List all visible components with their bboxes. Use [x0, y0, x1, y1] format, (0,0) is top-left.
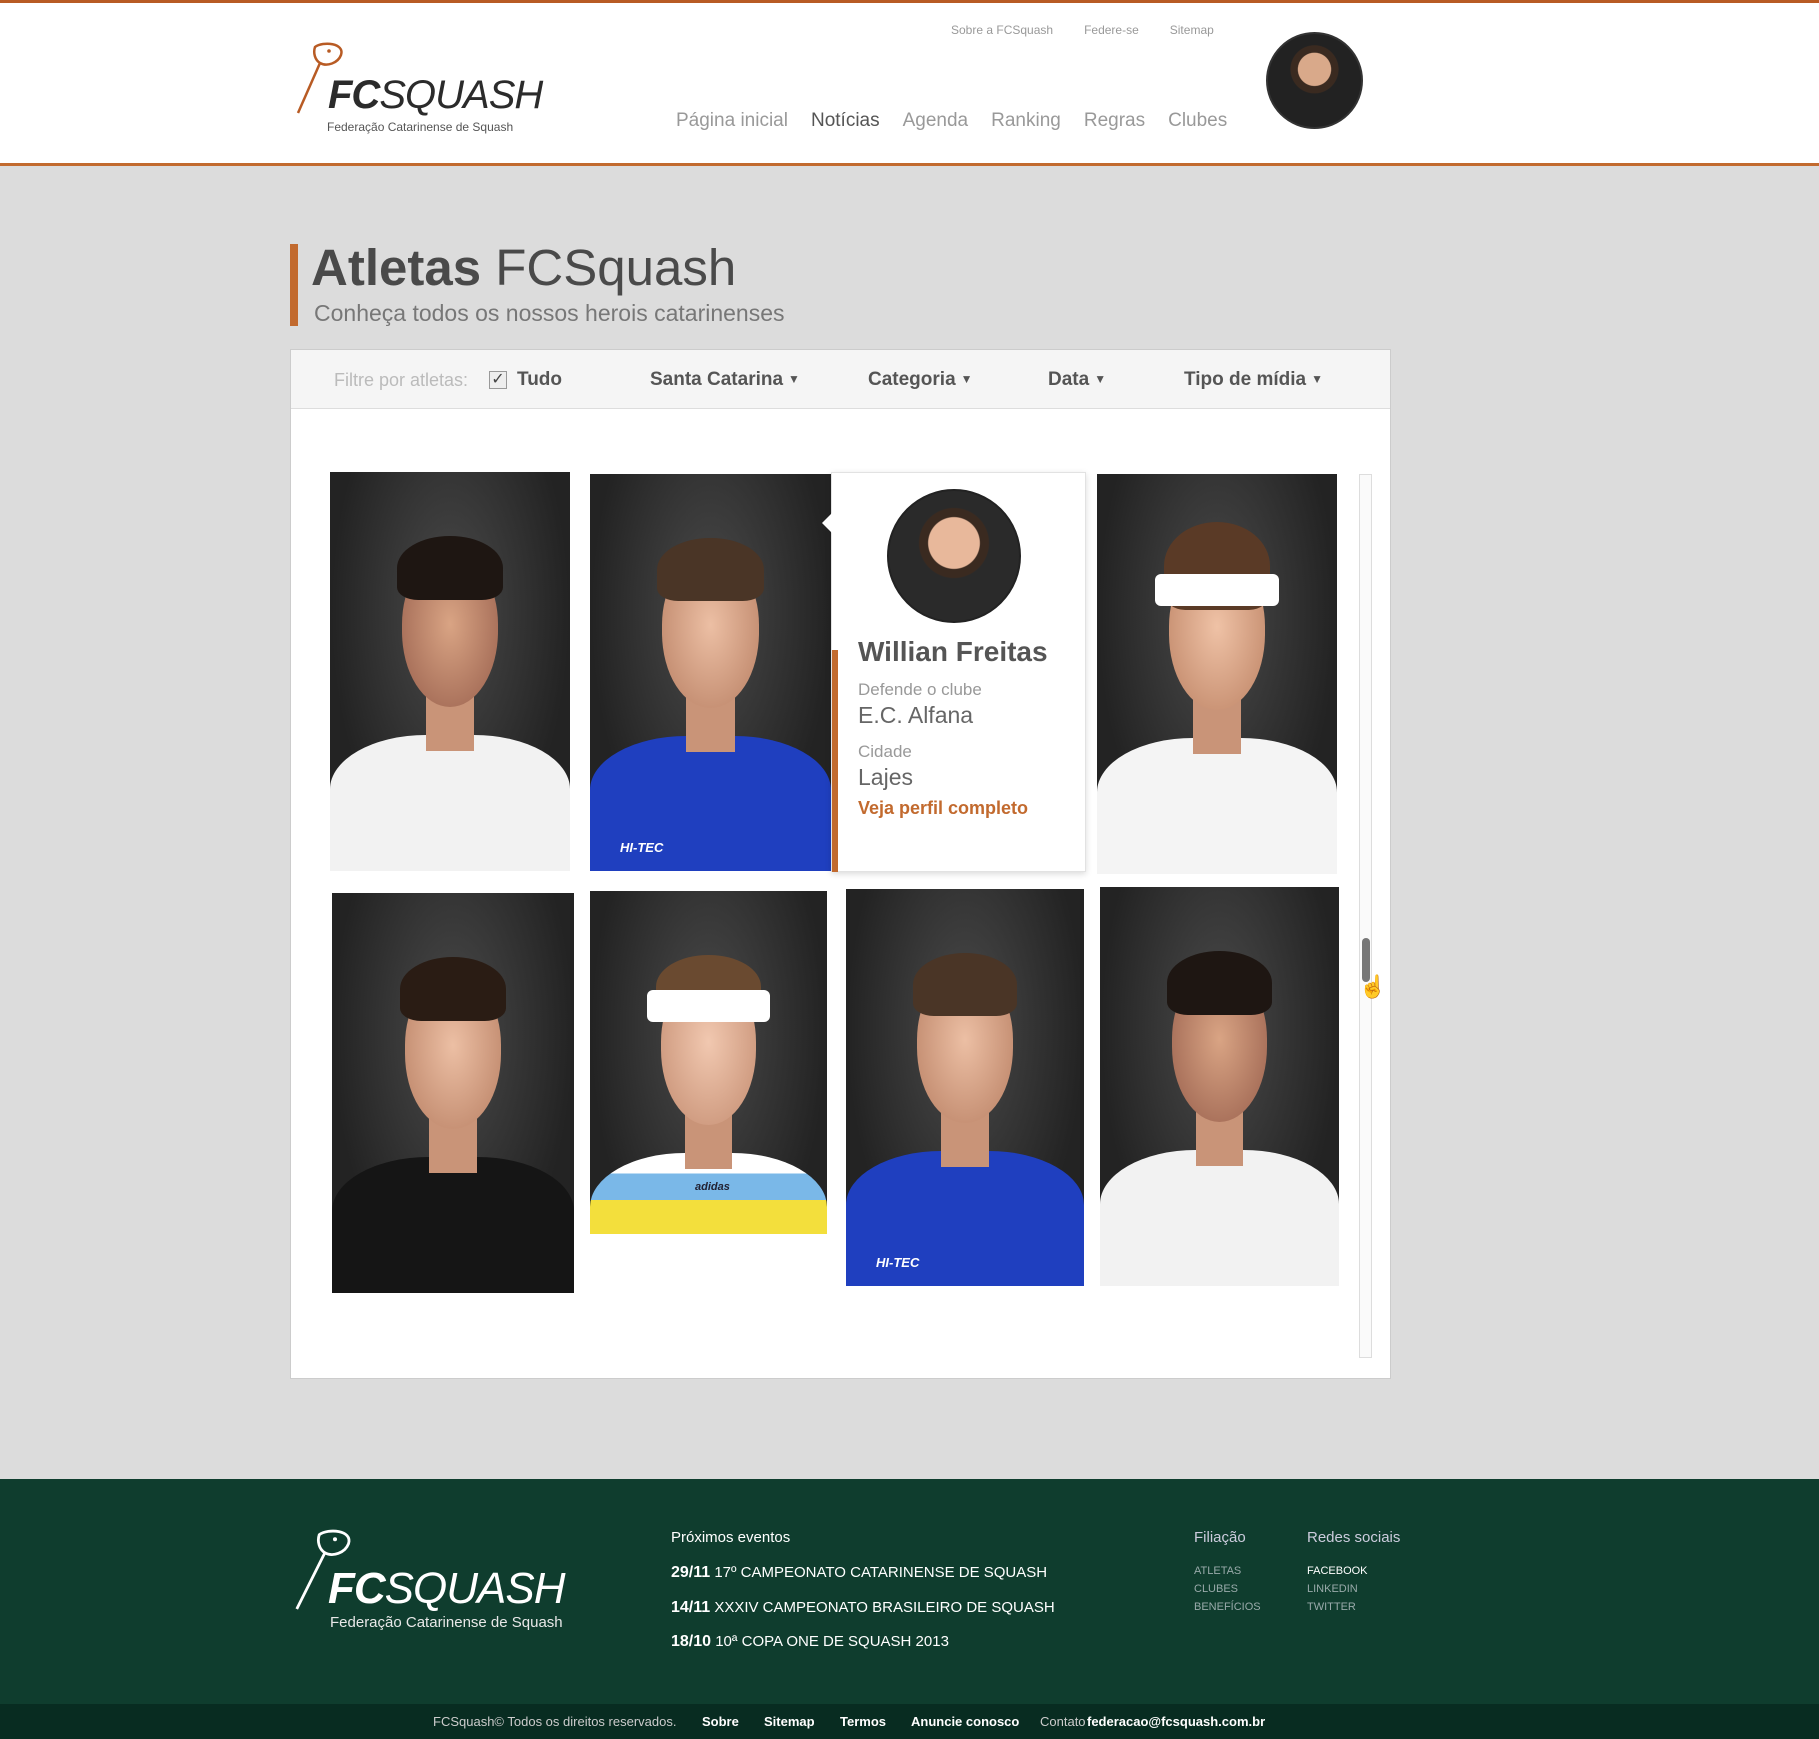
chevron-down-icon: ▼: [1094, 372, 1107, 386]
events-title: Próximos eventos: [671, 1529, 791, 1546]
athlete-photo[interactable]: [1100, 887, 1339, 1286]
social-title: Redes sociais: [1307, 1529, 1401, 1546]
filter-category-dropdown[interactable]: Categoria ▼: [868, 369, 973, 391]
footer-link-linkedin[interactable]: LINKEDIN: [1307, 1583, 1358, 1595]
city-label: Cidade: [858, 742, 912, 761]
contact-email[interactable]: federacao@fcsquash.com.br: [1087, 1714, 1265, 1729]
top-links: Sobre a FCSquash Federe-se Sitemap: [951, 23, 1214, 37]
athlete-name: Willian Freitas: [858, 636, 1048, 667]
main-nav: Página inicial Notícias Agenda Ranking R…: [676, 110, 1227, 132]
filter-label: Filtre por atletas:: [334, 370, 469, 390]
nav-home[interactable]: Página inicial: [676, 110, 788, 132]
footer-link-facebook[interactable]: FACEBOOK: [1307, 1565, 1368, 1577]
logo-text: FCSQUASH: [328, 73, 543, 117]
nav-ranking[interactable]: Ranking: [991, 110, 1061, 132]
athlete-photo[interactable]: HI-TEC: [846, 889, 1084, 1286]
popup-arrow: [822, 513, 832, 533]
full-profile-link[interactable]: Veja perfil completo: [858, 798, 1028, 819]
shirt-brand: HI-TEC: [620, 840, 664, 855]
club-label: Defende o clube: [858, 680, 982, 699]
athlete-photo[interactable]: [332, 893, 574, 1293]
nav-rules[interactable]: Regras: [1084, 110, 1145, 132]
event-item[interactable]: 18/10 10ª COPA ONE DE SQUASH 2013: [671, 1633, 949, 1651]
bottom-link-sitemap[interactable]: Sitemap: [764, 1714, 815, 1729]
popup-accent-bar: [832, 650, 838, 872]
footer-link-benefits[interactable]: BENEFÍCIOS: [1194, 1601, 1261, 1613]
bottom-link-advertise[interactable]: Anuncie conosco: [911, 1714, 1019, 1729]
athlete-photo-selected[interactable]: HI-TEC: [590, 474, 831, 871]
toplink-about[interactable]: Sobre a FCSquash: [951, 23, 1053, 37]
page-subtitle: Conheça todos os nossos herois catarinen…: [314, 300, 785, 326]
filter-date-dropdown[interactable]: Data ▼: [1048, 369, 1106, 391]
page-title: Atletas FCSquash: [311, 239, 737, 296]
event-item[interactable]: 29/11 17º CAMPEONATO CATARINENSE DE SQUA…: [671, 1564, 1047, 1582]
footer-link-athletes[interactable]: ATLETAS: [1194, 1565, 1241, 1577]
site-footer: FCSQUASH Federação Catarinense de Squash…: [0, 1479, 1819, 1704]
bottom-link-about[interactable]: Sobre: [702, 1714, 739, 1729]
filter-media-dropdown[interactable]: Tipo de mídia ▼: [1184, 369, 1323, 391]
chevron-down-icon: ▼: [788, 372, 800, 386]
bottom-bar: FCSquash© Todos os direitos reservados. …: [0, 1704, 1819, 1739]
chevron-down-icon: ▼: [960, 372, 973, 386]
toplink-sitemap[interactable]: Sitemap: [1170, 23, 1214, 37]
footer-logo-text: FCSQUASH: [328, 1564, 565, 1613]
bottom-link-terms[interactable]: Termos: [840, 1714, 886, 1729]
shirt-brand: adidas: [695, 1181, 730, 1193]
city-value: Lajes: [858, 764, 913, 790]
affiliation-title: Filiação: [1194, 1529, 1246, 1546]
copyright: FCSquash© Todos os direitos reservados.: [433, 1714, 677, 1729]
hand-cursor-icon: ☝: [1359, 974, 1387, 999]
athletes-panel: Filtre por atletas: ✓ Tudo Santa Catarin…: [290, 349, 1391, 1379]
title-accent-bar: [290, 244, 298, 326]
popup-avatar: [887, 489, 1021, 623]
filter-all-checkbox[interactable]: ✓: [489, 371, 507, 389]
athlete-photo[interactable]: adidas: [590, 891, 827, 1288]
toplink-federe[interactable]: Federe-se: [1084, 23, 1139, 37]
filter-bar: Filtre por atletas: ✓ Tudo Santa Catarin…: [291, 350, 1390, 409]
club-value: E.C. Alfana: [858, 702, 974, 728]
event-item[interactable]: 14/11 XXXIV CAMPEONATO BRASILEIRO DE SQU…: [671, 1599, 1055, 1617]
site-logo[interactable]: FCSQUASH Federação Catarinense de Squash: [293, 41, 543, 141]
athlete-popup: Willian Freitas Defende o clube E.C. Alf…: [822, 472, 1086, 872]
chevron-down-icon: ▼: [1311, 372, 1323, 386]
footer-logo[interactable]: FCSQUASH Federação Catarinense de Squash: [290, 1528, 570, 1638]
site-header: FCSQUASH Federação Catarinense de Squash…: [0, 0, 1819, 166]
filter-all-label[interactable]: Tudo: [517, 369, 562, 391]
nav-agenda[interactable]: Agenda: [903, 110, 969, 132]
footer-link-clubs[interactable]: CLUBES: [1194, 1583, 1238, 1595]
athlete-photo[interactable]: [1097, 474, 1337, 874]
contact-label: Contato: [1040, 1714, 1086, 1729]
filter-state-dropdown[interactable]: Santa Catarina ▼: [650, 369, 800, 391]
user-avatar[interactable]: [1266, 32, 1363, 129]
logo-tagline: Federação Catarinense de Squash: [327, 120, 514, 134]
footer-link-twitter[interactable]: TWITTER: [1307, 1601, 1356, 1613]
shirt-brand: HI-TEC: [876, 1255, 920, 1270]
athlete-photo[interactable]: [330, 472, 570, 871]
footer-logo-tagline: Federação Catarinense de Squash: [330, 1614, 563, 1631]
scrollbar-track[interactable]: [1359, 474, 1372, 1358]
nav-clubs[interactable]: Clubes: [1168, 110, 1227, 132]
nav-news[interactable]: Notícias: [811, 110, 880, 132]
